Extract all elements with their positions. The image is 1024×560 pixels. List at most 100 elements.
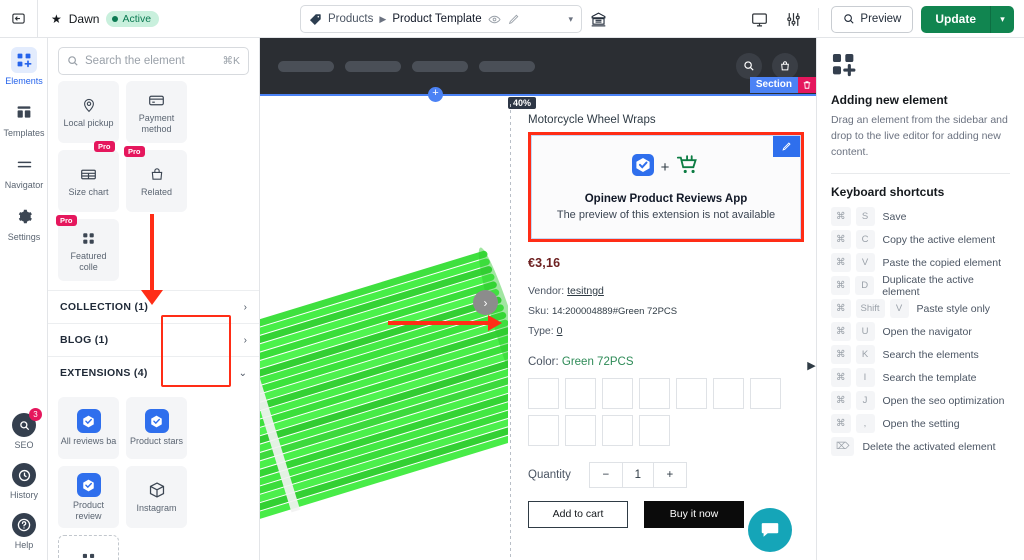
swatch[interactable]	[602, 377, 633, 409]
sidebar-item-elements[interactable]: Elements	[0, 38, 48, 90]
trash-icon[interactable]	[798, 77, 816, 93]
extension-tile-product-stars[interactable]: Product stars	[126, 397, 187, 459]
grid-plus-icon	[831, 52, 1010, 83]
theme-info[interactable]: ★ Dawn Active	[38, 10, 160, 27]
element-tile-related[interactable]: Pro Related	[124, 146, 187, 212]
update-dropdown-caret-icon[interactable]: ▾	[990, 5, 1014, 33]
key-cap: I	[855, 368, 875, 388]
buy-it-now-button[interactable]: Buy it now	[644, 500, 744, 528]
chevron-down-icon[interactable]: ▾	[568, 14, 573, 25]
store-icon[interactable]	[590, 11, 607, 28]
nav-placeholder[interactable]	[345, 60, 401, 72]
element-tile-local-pickup[interactable]: Local pickup	[58, 81, 119, 143]
chat-widget-button[interactable]	[748, 508, 792, 552]
search-input[interactable]: Search the element ⌘K	[58, 47, 249, 75]
swatch[interactable]	[565, 377, 596, 409]
meta-value[interactable]: tesitngd	[567, 285, 604, 297]
add-new-extension-button[interactable]: Add new	[58, 535, 119, 560]
element-tile-featured-collection[interactable]: Pro Featured colle	[56, 215, 119, 281]
element-tile-size-chart[interactable]: Pro Size chart	[58, 141, 119, 212]
add-section-button[interactable]: +	[428, 87, 443, 102]
shortcut-row: ⌘ J Open the seo optimization	[831, 391, 1010, 411]
nav-placeholder[interactable]	[278, 60, 334, 72]
key-cap: ⌘	[831, 414, 851, 434]
key-cap: ⌘	[831, 391, 851, 411]
swatch[interactable]	[528, 377, 559, 409]
element-tile-label: Local pickup	[63, 118, 114, 129]
accordion-label: BLOG (1)	[60, 334, 109, 346]
desktop-icon[interactable]	[746, 6, 772, 32]
quantity-decrement-button[interactable]: −	[590, 463, 622, 487]
accordion-blog[interactable]: BLOG (1) ›	[48, 323, 259, 356]
swatch[interactable]	[528, 414, 559, 446]
sidebar-item-navigator[interactable]: Navigator	[0, 142, 48, 194]
tag-icon	[309, 13, 322, 26]
opinew-logo-icon	[76, 409, 101, 434]
key-cap: J	[855, 391, 875, 411]
accordion-label: COLLECTION (1)	[60, 301, 149, 313]
accordion-extensions[interactable]: EXTENSIONS (4) ⌄	[48, 356, 259, 389]
quantity-value[interactable]: 1	[621, 462, 654, 487]
accordion-label: EXTENSIONS (4)	[60, 367, 148, 379]
sidebar-item-settings[interactable]: Settings	[0, 194, 48, 246]
eye-icon[interactable]	[488, 13, 501, 26]
gallery-next-button[interactable]: ›	[473, 290, 498, 315]
swatch[interactable]	[713, 377, 744, 409]
shopping-bag-icon[interactable]	[772, 53, 798, 79]
shortcut-label: Paste style only	[916, 302, 991, 315]
product-meta: Vendor: tesitngd Sku: 14:200004889#Green…	[520, 282, 808, 342]
sidebar-item-history[interactable]: History	[0, 454, 48, 504]
section-label[interactable]: Section	[749, 77, 798, 93]
breadcrumb-parent[interactable]: Products	[328, 13, 373, 25]
meta-key: Type:	[528, 324, 554, 337]
breadcrumb-current[interactable]: Product Template	[392, 13, 481, 25]
swatch[interactable]	[639, 377, 670, 409]
shortcut-row: ⌘ V Paste the copied element	[831, 253, 1010, 273]
shortcut-label: Paste the copied element	[882, 256, 1002, 269]
extension-preview-card[interactable]: + Opinew Product Reviews App The preview…	[531, 135, 801, 239]
quantity-label: Quantity	[528, 468, 571, 481]
search-icon	[68, 56, 78, 66]
extension-tile-all-reviews-badge[interactable]: All reviews ba	[58, 397, 119, 459]
sliders-icon[interactable]	[780, 6, 806, 32]
search-icon[interactable]	[736, 53, 762, 79]
pencil-icon[interactable]	[507, 13, 520, 26]
swatch[interactable]	[639, 414, 670, 446]
update-button[interactable]: Update	[921, 5, 990, 33]
meta-value[interactable]: 0	[557, 325, 563, 337]
sidebar-item-seo[interactable]: 3 SEO	[0, 404, 48, 454]
nav-placeholder[interactable]	[479, 60, 535, 72]
pencil-icon[interactable]	[773, 136, 800, 157]
preview-button[interactable]: Preview	[831, 5, 914, 33]
back-button[interactable]	[0, 0, 38, 38]
product-title[interactable]: Motorcycle Wheel Wraps	[520, 94, 808, 132]
add-to-cart-button[interactable]: Add to cart	[528, 500, 628, 528]
quantity-increment-button[interactable]: +	[654, 463, 686, 487]
swatch[interactable]	[602, 414, 633, 446]
swatch[interactable]	[565, 414, 596, 446]
extension-tile-instagram[interactable]: Instagram	[126, 466, 187, 528]
pro-badge: Pro	[56, 215, 77, 226]
swatch[interactable]	[750, 377, 781, 409]
breadcrumb[interactable]: Products ▶ Product Template ▾	[300, 5, 582, 33]
section-dotted-guide	[510, 104, 511, 560]
key-cap: V	[855, 253, 875, 273]
divider	[818, 8, 820, 30]
shortcut-row: ⌘ , Open the setting	[831, 414, 1010, 434]
sidebar-item-label: Elements	[5, 76, 43, 86]
canvas-resize-handle[interactable]: ▶	[807, 356, 816, 374]
storefront-header-icons	[736, 53, 798, 79]
search-area: Search the element ⌘K	[48, 38, 259, 81]
sidebar-item-help[interactable]: Help	[0, 504, 48, 554]
sidebar-item-templates[interactable]: Templates	[0, 90, 48, 142]
grid-plus-icon	[11, 47, 37, 73]
product-image[interactable]	[260, 94, 542, 560]
extension-tile-label: Product review	[72, 500, 105, 521]
swatch[interactable]	[676, 377, 707, 409]
layout-icon	[11, 99, 37, 125]
extension-tile-product-review[interactable]: Product review	[58, 466, 119, 528]
key-cap: ⌘	[831, 368, 851, 388]
quantity-row: Quantity − 1 +	[520, 446, 808, 488]
nav-placeholder[interactable]	[412, 60, 468, 72]
element-tile-payment-method[interactable]: Payment method	[126, 81, 187, 143]
